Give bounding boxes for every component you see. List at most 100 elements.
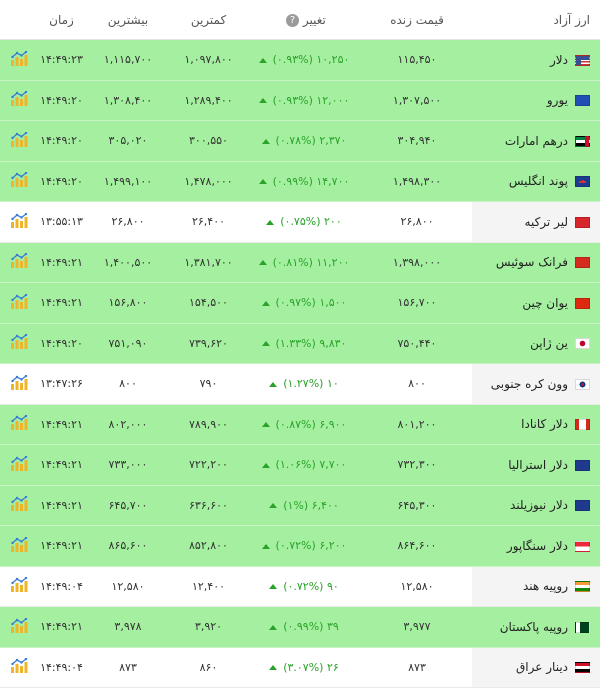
chart-cell[interactable]: [0, 444, 38, 486]
chart-icon[interactable]: [10, 91, 28, 109]
chart-cell[interactable]: [0, 282, 38, 324]
chart-icon[interactable]: [10, 212, 28, 231]
high-cell: ۸۶۵,۶۰۰: [85, 525, 171, 567]
change-value: ۷,۷۰۰ (۱.۰۶%): [275, 458, 347, 472]
chart-icon[interactable]: [10, 536, 28, 555]
table-row[interactable]: یوان چین ۱۵۶,۷۰۰ ۱,۵۰۰ (۰.۹۷%) ۱۵۴,۵۰۰ ۱۵۶,۸…: [0, 282, 600, 324]
currency-name[interactable]: دینار عراق: [516, 660, 568, 674]
chart-icon[interactable]: [10, 617, 28, 636]
currency-name[interactable]: دلار استرالیا: [508, 458, 568, 472]
low-cell: ۸۵۲,۸۰۰: [171, 525, 246, 567]
chart-icon[interactable]: [10, 172, 28, 190]
chart-cell[interactable]: [0, 363, 38, 405]
currency-name-cell[interactable]: دلار استرالیا: [472, 444, 600, 486]
currency-name-cell[interactable]: دلار: [472, 39, 600, 81]
currency-name-cell[interactable]: ین ژاپن: [472, 323, 600, 364]
chart-cell[interactable]: [0, 323, 38, 364]
chart-cell[interactable]: [0, 39, 38, 81]
change-value: ۱۰,۲۵۰ (۰.۹۳%): [272, 53, 350, 67]
currency-name-cell[interactable]: روپیه پاکستان: [472, 606, 600, 648]
currency-name[interactable]: روپیه هند: [523, 579, 568, 593]
table-row[interactable]: دلار نیوزیلند ۶۴۵,۳۰۰ ۶,۴۰۰ (۱%) ۶۳۶,۶۰۰ ۶۴۵…: [0, 485, 600, 526]
currency-name-cell[interactable]: دلار سنگاپور: [472, 525, 600, 567]
chart-icon[interactable]: [10, 658, 28, 676]
currency-name[interactable]: یوان چین: [522, 296, 568, 310]
high-cell: ۱,۴۰۰,۵۰۰: [85, 242, 171, 283]
currency-name[interactable]: ین ژاپن: [530, 336, 568, 350]
currency-name-cell[interactable]: یوان چین: [472, 282, 600, 324]
table-row[interactable]: فرانک سوئیس ۱,۳۹۸,۰۰۰ ۱۱,۲۰۰ (۰.۸۱%) ۱,۳۸۱,…: [0, 242, 600, 283]
chart-icon[interactable]: [10, 455, 28, 474]
currency-name[interactable]: یورو: [547, 93, 568, 107]
table-row[interactable]: لیر ترکیه ۲۶,۸۰۰ ۲۰۰ (۰.۷۵%) ۲۶,۴۰۰ ۲۶,۸۰۰ ۱۳…: [0, 201, 600, 243]
chart-cell[interactable]: [0, 404, 38, 445]
currency-name-cell[interactable]: درهم امارات: [472, 120, 600, 162]
chart-icon[interactable]: [10, 50, 28, 69]
currency-name[interactable]: دلار کانادا: [521, 417, 568, 431]
chart-cell[interactable]: [0, 606, 38, 648]
chart-cell[interactable]: [0, 647, 38, 688]
table-row[interactable]: دلار ۱۱۵,۴۵۰ ۱۰,۲۵۰ (۰.۹۳%) ۱,۰۹۷,۸۰۰ ۱,۱۱۵,…: [0, 39, 600, 81]
currency-name-cell[interactable]: دلار کانادا: [472, 404, 600, 445]
table-row[interactable]: روپیه پاکستان ۳,۹۷۷ ۳۹ (۰.۹۹%) ۳,۹۲۰ ۳,۹۷۸ ۱۴…: [0, 606, 600, 648]
table-row[interactable]: پوند انگلیس ۱,۴۹۸,۳۰۰ ۱۴,۷۰۰ (۰.۹۹%) ۱,۴۷۸,…: [0, 161, 600, 202]
currency-name-cell[interactable]: یورو: [472, 80, 600, 121]
change-cell: ۷,۷۰۰ (۱.۰۶%): [246, 444, 362, 486]
chart-cell[interactable]: [0, 120, 38, 162]
currency-name[interactable]: روپیه پاکستان: [500, 620, 568, 634]
chart-cell[interactable]: [0, 161, 38, 202]
arrow-up-icon: [269, 584, 278, 590]
currency-name[interactable]: درهم امارات: [505, 134, 568, 148]
live-price-cell: ۷۳۲,۳۰۰: [362, 444, 472, 486]
table-row[interactable]: دلار سنگاپور ۸۶۴,۶۰۰ ۶,۲۰۰ (۰.۷۲%) ۸۵۲,۸۰۰ ۸…: [0, 525, 600, 567]
chart-icon[interactable]: [10, 253, 28, 271]
chart-icon[interactable]: [10, 131, 28, 150]
currency-name-cell[interactable]: پوند انگلیس: [472, 161, 600, 202]
time-cell: ۱۴:۴۹:۲۱: [38, 242, 85, 283]
chart-cell[interactable]: [0, 242, 38, 283]
chart-cell[interactable]: [0, 485, 38, 526]
chart-icon[interactable]: [10, 496, 28, 514]
chart-cell[interactable]: [0, 201, 38, 243]
table-row[interactable]: دلار کانادا ۸۰۱,۲۰۰ ۶,۹۰۰ (۰.۸۷%) ۷۸۹,۹۰۰ ۸۰…: [0, 404, 600, 445]
currency-name-cell[interactable]: دینار عراق: [472, 647, 600, 688]
currency-name[interactable]: پوند انگلیس: [509, 174, 568, 188]
table-row[interactable]: ین ژاپن ۷۵۰,۴۴۰ ۹,۸۳۰ (۱.۳۳%) ۷۳۹,۶۲۰ ۷۵۱,۰۹…: [0, 323, 600, 364]
currency-name-cell[interactable]: وون کره جنوبی: [472, 363, 600, 405]
pk-flag-icon: [575, 621, 590, 633]
chart-icon[interactable]: [10, 577, 28, 595]
change-cell: ۶,۹۰۰ (۰.۸۷%): [246, 404, 362, 445]
currency-table: ارز آزاد قیمت زنده تغییر ? کمترین بیشتری…: [0, 0, 600, 688]
arrow-up-icon: [258, 179, 267, 185]
table-row[interactable]: وون کره جنوبی ۸۰۰ ۱۰ (۱.۲۷%) ۷۹۰ ۸۰۰ ۱۳:۴۷:۲۶: [0, 363, 600, 405]
table-row[interactable]: روپیه هند ۱۲,۵۸۰ ۹۰ (۰.۷۲%) ۱۲,۴۰۰ ۱۲,۵۸۰ ۱۴:…: [0, 566, 600, 607]
currency-name-cell[interactable]: روپیه هند: [472, 566, 600, 607]
eu-flag-icon: [575, 95, 590, 107]
change-cell: ۱,۵۰۰ (۰.۹۷%): [246, 282, 362, 324]
currency-name-cell[interactable]: فرانک سوئیس: [472, 242, 600, 283]
currency-name[interactable]: دلار سنگاپور: [507, 539, 568, 553]
chart-icon[interactable]: [10, 415, 28, 433]
chart-cell[interactable]: [0, 525, 38, 567]
table-row[interactable]: دلار استرالیا ۷۳۲,۳۰۰ ۷,۷۰۰ (۱.۰۶%) ۷۲۲,۲۰۰…: [0, 444, 600, 486]
ca-flag-icon: [575, 419, 590, 431]
currency-name[interactable]: دلار نیوزیلند: [510, 498, 568, 512]
currency-name[interactable]: دلار: [550, 53, 568, 67]
live-price-cell: ۷۵۰,۴۴۰: [362, 323, 472, 364]
currency-name[interactable]: فرانک سوئیس: [496, 255, 568, 269]
table-row[interactable]: درهم امارات ۳۰۴,۹۴۰ ۲,۳۷۰ (۰.۷۸%) ۳۰۰,۵۵۰ ۳۰…: [0, 120, 600, 162]
help-icon[interactable]: ?: [286, 13, 300, 27]
currency-name[interactable]: وون کره جنوبی: [491, 377, 568, 391]
table-row[interactable]: دینار عراق ۸۷۳ ۲۶ (۳.۰۷%) ۸۶۰ ۸۷۳ ۱۴:۴۹:۰۴: [0, 647, 600, 688]
currency-name-cell[interactable]: دلار نیوزیلند: [472, 485, 600, 526]
chart-icon[interactable]: [10, 293, 28, 312]
currency-name-cell[interactable]: لیر ترکیه: [472, 201, 600, 243]
chart-icon[interactable]: [10, 374, 28, 393]
change-cell: ۹,۸۳۰ (۱.۳۳%): [246, 323, 362, 364]
currency-name[interactable]: لیر ترکیه: [525, 215, 568, 229]
low-cell: ۱,۳۸۱,۷۰۰: [171, 242, 246, 283]
chart-cell[interactable]: [0, 80, 38, 121]
table-row[interactable]: یورو ۱,۳۰۷,۵۰۰ ۱۲,۰۰۰ (۰.۹۳%) ۱,۲۸۹,۴۰۰ ۱,۳۰…: [0, 80, 600, 121]
chart-icon[interactable]: [10, 334, 28, 352]
chart-cell[interactable]: [0, 566, 38, 607]
